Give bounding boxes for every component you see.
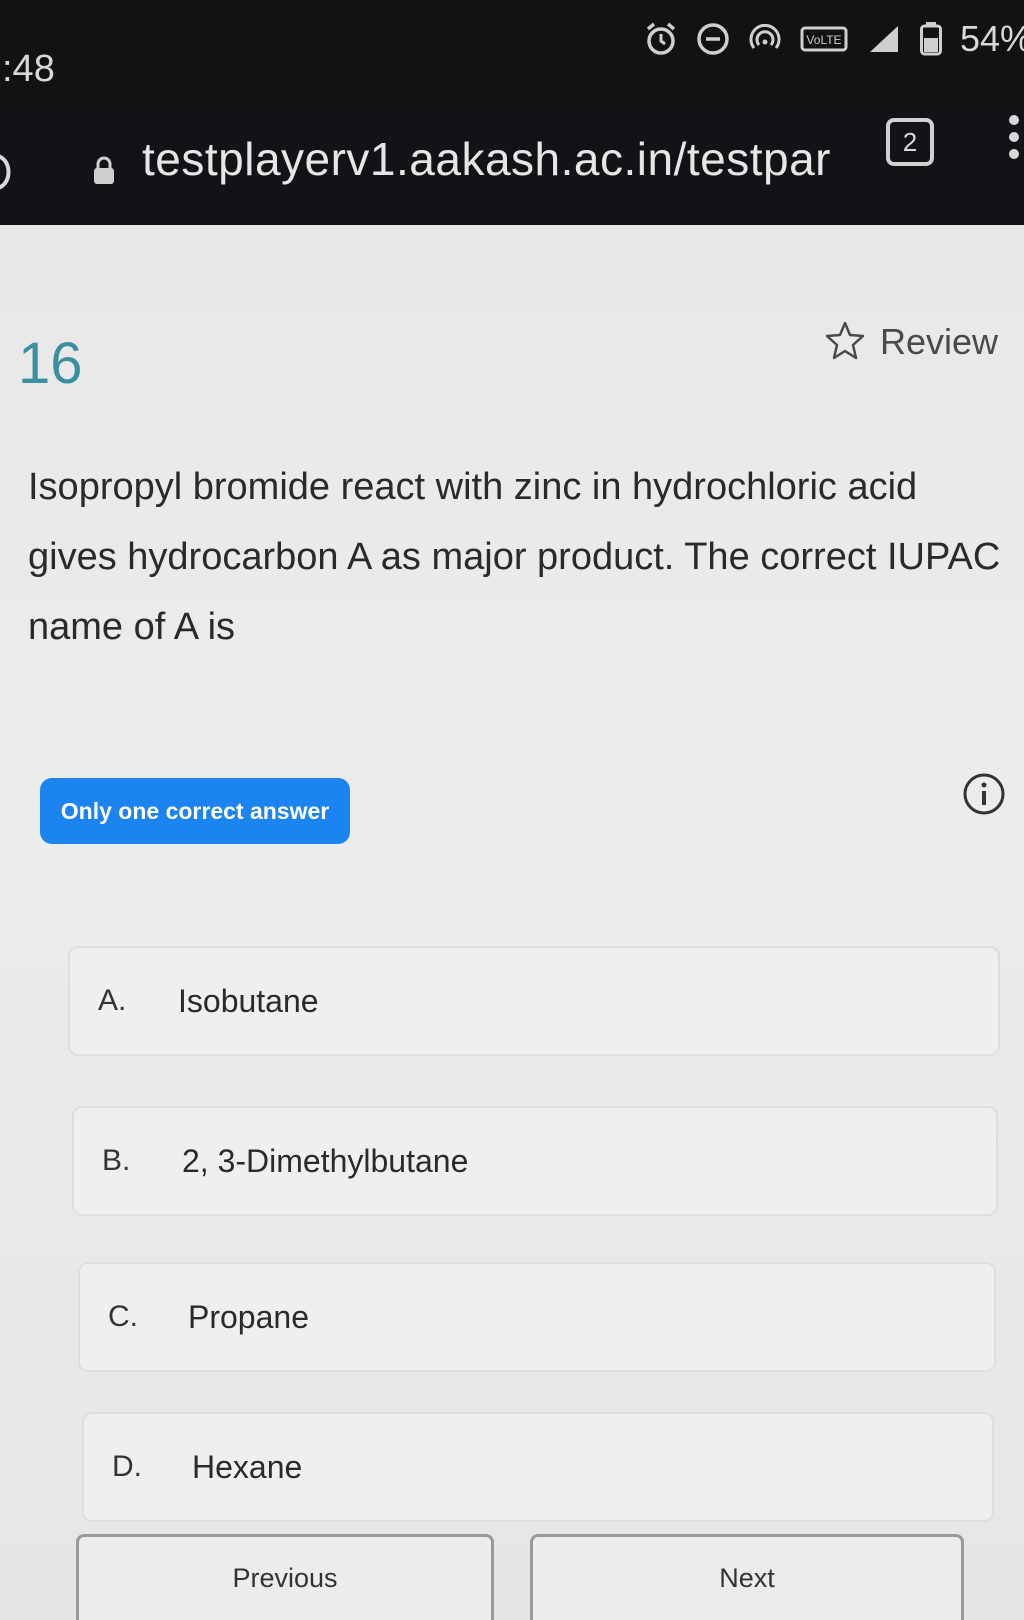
battery-level: 54% <box>959 18 1024 59</box>
status-time: :48 <box>2 48 55 90</box>
option-d[interactable]: D. Hexane <box>82 1412 994 1522</box>
option-b[interactable]: B. 2, 3-Dimethylbutane <box>72 1106 998 1216</box>
previous-button[interactable]: Previous <box>76 1534 494 1620</box>
signal-icon <box>866 22 902 56</box>
option-letter: A. <box>98 984 127 1017</box>
volte-icon: VoLTE <box>800 26 848 52</box>
battery-icon <box>919 22 942 56</box>
option-letter: D. <box>112 1450 142 1483</box>
question-text: Isopropyl bromide react with zinc in hyd… <box>28 466 1001 648</box>
option-letter: C. <box>108 1300 138 1333</box>
lock-icon <box>92 156 116 190</box>
alarm-icon <box>644 21 678 57</box>
test-content <box>0 225 1024 1620</box>
review-label: Review <box>880 321 999 362</box>
option-label: Hexane <box>192 1448 303 1485</box>
review-button[interactable]: Review <box>824 320 998 364</box>
dnd-icon <box>696 22 730 56</box>
svg-text:VoLTE: VoLTE <box>806 33 841 47</box>
next-button[interactable]: Next <box>530 1534 964 1620</box>
answer-type-badge: Only one correct answer <box>40 778 350 844</box>
option-label: Isobutane <box>178 982 319 1019</box>
back-arrow-icon[interactable] <box>0 150 18 198</box>
option-a[interactable]: A. Isobutane <box>68 946 1000 1056</box>
option-c[interactable]: C. Propane <box>78 1262 996 1372</box>
hotspot-icon <box>748 24 782 54</box>
star-icon <box>824 320 866 364</box>
address-bar-url[interactable]: testplayerv1.aakash.ac.in/testpar <box>142 132 831 186</box>
option-label: 2, 3-Dimethylbutane <box>182 1142 469 1179</box>
info-icon[interactable] <box>962 772 1006 820</box>
option-letter: B. <box>102 1144 131 1177</box>
status-icons: VoLTE 54% <box>644 14 1024 64</box>
tab-count-button[interactable]: 2 <box>886 118 934 166</box>
question-number: 16 <box>18 331 83 396</box>
status-bar: :48 VoLTE 54% <box>0 0 1024 110</box>
overflow-menu-icon[interactable] <box>1006 112 1022 166</box>
option-label: Propane <box>188 1298 309 1335</box>
